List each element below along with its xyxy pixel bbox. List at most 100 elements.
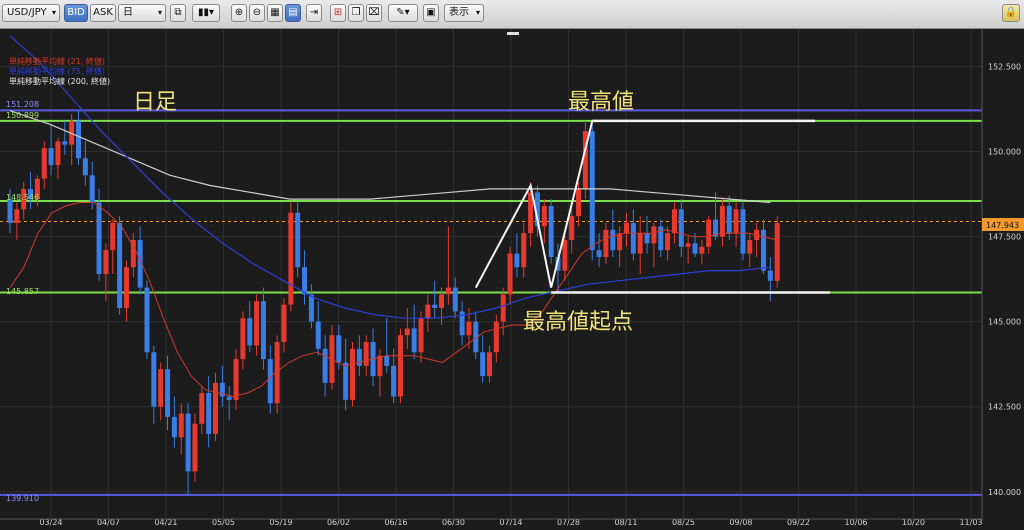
candle [637,233,643,254]
legend-ma75: 単純移動平均線 (75, 終値) [9,66,105,76]
chart-type-icon[interactable]: ▮▮▾ [192,4,220,22]
candle [487,352,492,377]
symbol-label: USD/JPY [7,7,47,18]
candle [548,205,554,257]
candle [295,212,301,268]
candle [617,233,623,251]
candle [14,209,20,223]
hline-label: 139.910 [6,494,39,503]
candle [350,348,355,400]
candle [226,396,232,400]
candle [213,382,218,434]
candle [541,205,547,227]
chevron-down-icon: ▾ [157,8,162,17]
candle [356,348,362,366]
ask-button[interactable]: ASK [90,4,116,22]
candle [733,209,739,234]
candle [432,304,438,309]
y-tick-label: 145.000 [988,318,1021,327]
candle [233,359,239,400]
chart-toolbar: USD/JPY ▾ BID ASK 日 ▾ ⧉ ▮▮▾ ⊕ ⊖ ▦ ▤ ⇥ ⊞ ❐ … [0,0,1024,29]
candle [117,222,123,309]
timeframe-select[interactable]: 日 ▾ [118,4,166,22]
legend: 単純移動平均線 (21, 終値) 単純移動平均線 (75, 終値) 単純移動平均… [9,56,110,86]
candle [466,321,472,336]
candle [103,250,109,274]
timeframe-label: 日 [123,7,133,18]
candle [55,141,61,166]
legend-ma200: 単純移動平均線 (200, 終値) [9,76,110,86]
candle [658,226,664,251]
candle [308,294,314,322]
y-tick-label: 142.500 [988,403,1021,412]
candle [624,222,629,234]
candle [699,246,705,254]
candle [240,318,246,360]
compare-icon[interactable]: ⧉ [170,4,186,22]
candle [288,212,294,305]
y-tick-label: 147.500 [988,233,1021,242]
candle [644,233,650,244]
price-chart[interactable]: 152.500 150.000 147.500 145.000 142.500 140.0… [0,29,1024,530]
y-tick-label: 152.500 [988,62,1021,71]
display-label: 表示 [449,7,469,18]
current-price-label: 147.943 [986,221,1019,230]
candle [96,202,102,274]
fit-icon[interactable]: ▤ [285,4,301,22]
candle [302,267,308,295]
candle [500,294,506,322]
candle [507,253,513,295]
zoom-in-icon[interactable]: ⊕ [231,4,247,22]
candle [158,369,164,407]
candle [41,148,47,179]
candle [719,205,725,237]
delete-icon[interactable]: ⌧ [366,4,382,22]
zoom-out-icon[interactable]: ⊖ [249,4,265,22]
candle [82,158,88,176]
legend-ma21: 単純移動平均線 (21, 終値) [9,56,105,66]
candle [171,416,177,438]
candle [260,301,266,360]
candle [596,250,602,257]
add-indicator-icon[interactable]: ⊞ [330,4,346,22]
candle [363,342,369,366]
candle [411,328,417,353]
candle [767,270,773,281]
candle [89,175,95,203]
candle [62,141,68,145]
candle [740,209,746,254]
candle [206,393,212,434]
candle [185,413,191,472]
draw-tool-icon[interactable]: ✎▾ [388,4,418,22]
candle [199,393,205,424]
candle [521,233,527,268]
scroll-end-icon[interactable]: ⇥ [306,4,322,22]
candle [315,321,321,349]
candle [439,294,445,309]
layout-icon[interactable]: ❐ [348,4,364,22]
bid-button[interactable]: BID [64,4,88,22]
symbol-select[interactable]: USD/JPY ▾ [2,4,60,22]
screenshot-icon[interactable]: ▣ [423,4,439,22]
candle [692,243,698,254]
candle [706,219,712,247]
chevron-down-icon: ▾ [51,8,56,17]
candle [336,335,342,363]
candle [445,287,451,295]
hline-label: 151.208 [6,100,39,109]
candle [671,209,677,234]
display-menu[interactable]: 表示 ▾ [444,4,484,22]
candle [144,287,150,353]
candle [343,362,349,400]
scroll-handle[interactable] [507,32,519,35]
candle [562,239,568,271]
trading-chart-window: USD/JPY ▾ BID ASK 日 ▾ ⧉ ▮▮▾ ⊕ ⊖ ▦ ▤ ⇥ ⊞ ❐ … [0,0,1024,530]
candle [165,369,171,417]
lock-icon[interactable]: 🔒 [1002,4,1020,22]
grid-icon[interactable]: ▦ [267,4,283,22]
candle [377,355,383,377]
hline-label: 148.546 [6,193,39,202]
chevron-down-icon: ▾ [475,8,480,17]
candle [384,355,390,366]
candle [747,239,753,254]
